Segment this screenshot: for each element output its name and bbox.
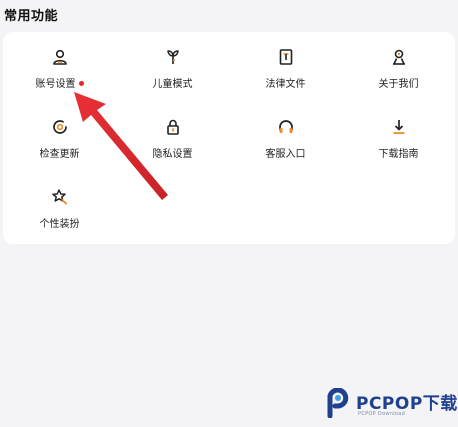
function-grid: 账号设置 儿童模式 法律文件 关于我们 检查更新 隐私设置 客服入口 下载指南 … bbox=[3, 32, 455, 244]
user-icon bbox=[51, 48, 69, 66]
lock-icon bbox=[164, 118, 182, 136]
grid-item-account-settings[interactable]: 账号设置 bbox=[3, 32, 116, 92]
common-functions-card: 账号设置 儿童模式 法律文件 关于我们 检查更新 隐私设置 客服入口 下载指南 … bbox=[3, 32, 455, 244]
grid-item-download-guide[interactable]: 下载指南 bbox=[342, 102, 455, 162]
grid-item-legal-documents[interactable]: 法律文件 bbox=[229, 32, 342, 92]
grid-item-kids-mode[interactable]: 儿童模式 bbox=[116, 32, 229, 92]
grid-item-personalization[interactable]: 个性装扮 bbox=[3, 172, 116, 232]
download-icon bbox=[390, 118, 408, 136]
grid-item-label: 个性装扮 bbox=[39, 219, 80, 230]
watermark: PCPOP下载 PCPOP Download bbox=[324, 386, 457, 422]
notification-dot bbox=[78, 81, 84, 86]
about-us-icon bbox=[390, 48, 408, 66]
pcpop-logo bbox=[327, 388, 349, 418]
watermark-subtitle: PCPOP Download bbox=[358, 411, 406, 417]
grid-item-label: 关于我们 bbox=[378, 79, 419, 90]
update-icon bbox=[51, 118, 69, 136]
grid-item-privacy-settings[interactable]: 隐私设置 bbox=[116, 102, 229, 162]
sprout-icon bbox=[164, 48, 182, 66]
grid-item-check-update[interactable]: 检查更新 bbox=[3, 102, 116, 162]
grid-item-label: 下载指南 bbox=[378, 149, 419, 160]
grid-item-label: 儿童模式 bbox=[152, 79, 193, 90]
document-icon bbox=[277, 48, 295, 66]
grid-item-label: 法律文件 bbox=[265, 79, 306, 90]
grid-item-label: 隐私设置 bbox=[152, 149, 193, 160]
grid-item-label: 账号设置 bbox=[3, 75, 116, 90]
grid-item-customer-service[interactable]: 客服入口 bbox=[229, 102, 342, 162]
section-title: 常用功能 bbox=[4, 9, 59, 24]
grid-item-label: 检查更新 bbox=[39, 149, 80, 160]
star-brush-icon bbox=[51, 188, 69, 206]
grid-item-label: 客服入口 bbox=[265, 149, 306, 160]
headset-icon bbox=[277, 118, 295, 136]
grid-item-about-us[interactable]: 关于我们 bbox=[342, 32, 455, 92]
